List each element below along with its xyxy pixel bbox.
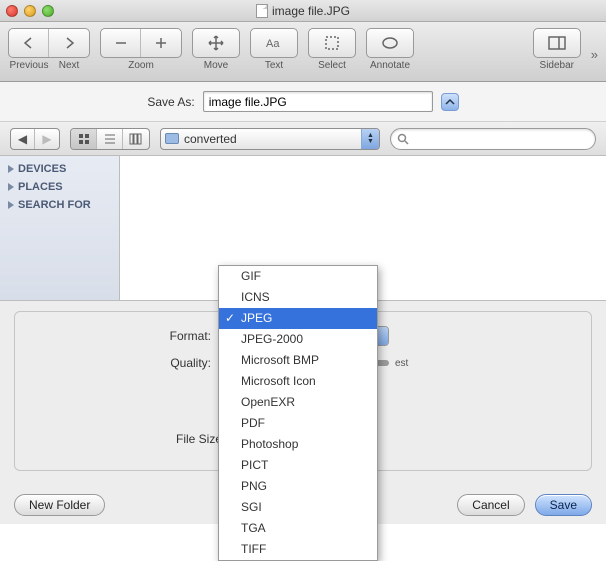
window-title: image file.JPG — [0, 4, 606, 18]
format-option[interactable]: GIF — [219, 266, 377, 287]
previous-button[interactable] — [9, 29, 49, 57]
disclosure-triangle-icon — [6, 200, 16, 210]
move-tool-button[interactable] — [193, 29, 239, 57]
select-icon — [324, 35, 340, 51]
grid-icon — [78, 133, 90, 145]
search-field[interactable] — [390, 128, 596, 150]
sidebar-item-places[interactable]: PLACES — [0, 178, 119, 196]
view-mode-segment — [70, 128, 150, 150]
sidebar-item-devices[interactable]: DEVICES — [0, 160, 119, 178]
new-folder-button[interactable]: New Folder — [14, 494, 105, 516]
text-tool-button[interactable]: Aa — [251, 29, 297, 57]
minus-icon — [114, 36, 128, 50]
list-icon — [104, 133, 116, 145]
text-icon: Aa — [265, 36, 283, 50]
forward-button[interactable]: ▶ — [35, 129, 59, 149]
format-option[interactable]: TIFF — [219, 539, 377, 560]
toolbar: PreviousNext Zoom Move Aa Text Select An… — [0, 22, 606, 82]
move-label: Move — [204, 60, 228, 71]
sidebar-icon — [548, 36, 566, 50]
annotate-label: Annotate — [370, 60, 410, 71]
format-label: Format: — [31, 329, 211, 343]
format-dropdown-menu: GIFICNSJPEGJPEG-2000Microsoft BMPMicroso… — [218, 265, 378, 561]
back-button[interactable]: ◀ — [11, 129, 35, 149]
format-option[interactable]: PDF — [219, 413, 377, 434]
search-icon — [397, 133, 409, 145]
format-option[interactable]: OpenEXR — [219, 392, 377, 413]
svg-text:Aa: Aa — [266, 38, 280, 50]
quality-label: Quality: — [31, 356, 211, 370]
annotate-icon — [381, 36, 399, 50]
move-icon — [208, 35, 224, 51]
popup-arrows-icon: ▲▼ — [361, 129, 379, 149]
text-label: Text — [265, 60, 283, 71]
chevron-up-icon — [445, 98, 455, 106]
columns-icon — [129, 133, 143, 145]
format-option[interactable]: PNG — [219, 476, 377, 497]
format-option[interactable]: JPEG — [219, 308, 377, 329]
list-view-button[interactable] — [97, 129, 123, 149]
zoom-out-button[interactable] — [101, 29, 141, 57]
select-label: Select — [318, 60, 346, 71]
save-as-label: Save As: — [147, 95, 194, 109]
document-icon — [256, 4, 268, 18]
browser-nav: ◀ ▶ converted ▲▼ — [0, 122, 606, 156]
annotate-tool-button[interactable] — [367, 29, 413, 57]
save-button[interactable]: Save — [535, 494, 592, 516]
format-option[interactable]: Microsoft Icon — [219, 371, 377, 392]
next-label: Next — [49, 60, 89, 71]
sidebar: DEVICES PLACES SEARCH FOR — [0, 156, 120, 300]
expand-dialog-button[interactable] — [441, 93, 459, 111]
sidebar-item-searchfor[interactable]: SEARCH FOR — [0, 196, 119, 214]
save-as-row: Save As: — [0, 82, 606, 122]
icon-view-button[interactable] — [71, 129, 97, 149]
cancel-button[interactable]: Cancel — [457, 494, 524, 516]
history-segment: ◀ ▶ — [10, 128, 60, 150]
column-view-button[interactable] — [123, 129, 149, 149]
format-option[interactable]: PICT — [219, 455, 377, 476]
arrow-right-icon — [61, 36, 77, 50]
format-option[interactable]: Photoshop — [219, 434, 377, 455]
folder-popup[interactable]: converted ▲▼ — [160, 128, 380, 150]
sidebar-label: PLACES — [18, 181, 63, 193]
sidebar-label: Sidebar — [540, 60, 574, 71]
zoom-label: Zoom — [128, 60, 154, 71]
sidebar-label: SEARCH FOR — [18, 199, 91, 211]
save-as-input[interactable] — [203, 91, 433, 112]
format-option[interactable]: JPEG-2000 — [219, 329, 377, 350]
nav-segment — [8, 28, 90, 58]
previous-label: Previous — [9, 60, 49, 71]
arrow-left-icon — [21, 36, 37, 50]
next-button[interactable] — [49, 29, 89, 57]
folder-icon — [165, 133, 179, 144]
zoom-segment — [100, 28, 182, 58]
window-title-text: image file.JPG — [272, 4, 350, 18]
zoom-in-button[interactable] — [141, 29, 181, 57]
format-option[interactable]: SGI — [219, 497, 377, 518]
format-option[interactable]: ICNS — [219, 287, 377, 308]
plus-icon — [154, 36, 168, 50]
titlebar: image file.JPG — [0, 0, 606, 22]
format-option[interactable]: TGA — [219, 518, 377, 539]
disclosure-triangle-icon — [6, 182, 16, 192]
sidebar-toggle-button[interactable] — [534, 29, 580, 57]
quality-end-label: est — [395, 358, 408, 369]
sidebar-label: DEVICES — [18, 163, 66, 175]
select-tool-button[interactable] — [309, 29, 355, 57]
format-option[interactable]: Microsoft BMP — [219, 350, 377, 371]
folder-name: converted — [184, 132, 237, 146]
toolbar-overflow-icon[interactable]: » — [591, 47, 598, 62]
disclosure-triangle-icon — [6, 164, 16, 174]
